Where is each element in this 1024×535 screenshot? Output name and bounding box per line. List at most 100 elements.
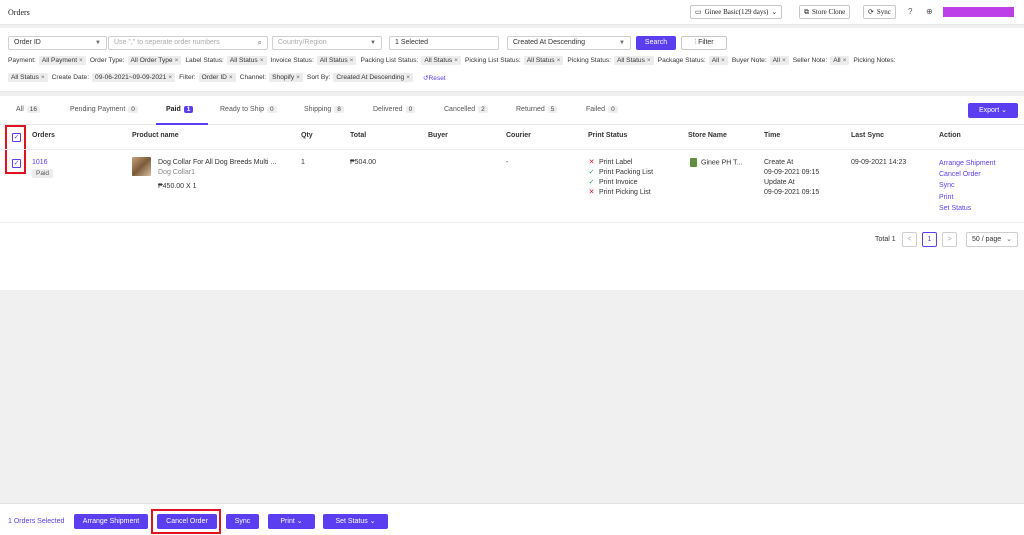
filter-label: Create Date:: [51, 74, 90, 81]
close-icon[interactable]: ×: [843, 57, 847, 64]
reset-label: Reset: [428, 74, 446, 82]
tab-label: Failed: [586, 106, 606, 113]
bulk-action-bar: 1 Orders Selected Arrange Shipment Cance…: [0, 503, 1024, 535]
tab-count-badge: 2: [478, 106, 488, 113]
tab-ready-to-ship[interactable]: Ready to Ship 0: [220, 106, 277, 113]
tab-paid[interactable]: Paid 1: [166, 106, 194, 113]
bulk-sync-button[interactable]: Sync: [226, 514, 259, 529]
close-icon[interactable]: ×: [454, 57, 458, 64]
filter-tag[interactable]: 09-06-2021~09-09-2021 ×: [92, 73, 176, 82]
print-status-item: ✕ Print Label: [588, 158, 653, 168]
tab-label: All: [16, 106, 24, 113]
store-clone-button[interactable]: ⧉ Store Clone: [799, 5, 851, 19]
close-icon[interactable]: ×: [647, 57, 651, 64]
qty-value: 1: [301, 159, 305, 166]
close-icon[interactable]: ×: [79, 57, 83, 64]
filter-button[interactable]: ⫶ Filter: [681, 36, 727, 50]
bulk-set-status-button[interactable]: Set Status ⌄: [323, 514, 388, 529]
filter-tag[interactable]: Shopify ×: [269, 73, 303, 82]
country-region-select[interactable]: Country/Region ▼: [272, 36, 382, 50]
search-button[interactable]: Search: [636, 36, 676, 50]
filter-tag[interactable]: All Status ×: [316, 56, 357, 65]
tab-failed[interactable]: Failed 0: [586, 106, 618, 113]
filter-tag[interactable]: All Status ×: [421, 56, 462, 65]
tab-delivered[interactable]: Delivered 0: [373, 106, 416, 113]
filter-tag[interactable]: All ×: [708, 56, 728, 65]
order-id-link[interactable]: 1016: [32, 158, 48, 168]
tab-all[interactable]: All 16: [16, 106, 41, 113]
product-name: Dog Collar For All Dog Breeds Multi ...: [158, 159, 277, 166]
pagination-next-button[interactable]: >: [942, 232, 957, 247]
filter-tag[interactable]: Created At Descending ×: [333, 73, 413, 82]
header-sync-button[interactable]: ⟳ Sync: [863, 5, 896, 19]
filter-label: Channel:: [239, 74, 267, 81]
page-size-value: 50 / page: [972, 236, 1002, 243]
filter-tag[interactable]: Order ID ×: [198, 73, 236, 82]
product-unit-price: ₱450.00 X 1: [158, 183, 197, 190]
last-sync-value: 09-09-2021 14:23: [851, 159, 907, 166]
export-button[interactable]: Export ⌄: [968, 103, 1018, 118]
close-icon[interactable]: ×: [296, 74, 300, 81]
tab-label: Delivered: [373, 106, 403, 113]
header-time: Time: [764, 132, 781, 139]
bulk-arrange-shipment-button[interactable]: Arrange Shipment: [74, 514, 148, 529]
filter-tag[interactable]: All Payment ×: [38, 56, 86, 65]
close-icon[interactable]: ×: [175, 57, 179, 64]
user-account-block[interactable]: [943, 7, 1014, 17]
globe-icon[interactable]: ⊕: [926, 7, 933, 16]
action-sync[interactable]: Sync: [939, 180, 995, 191]
close-icon[interactable]: ×: [406, 74, 410, 81]
status-badge: Paid: [32, 169, 54, 178]
sort-select[interactable]: Created At Descending ▼: [507, 36, 631, 50]
filter-tag[interactable]: All Status ×: [8, 73, 48, 82]
filter-label: Seller Note:: [792, 57, 828, 64]
tab-cancelled[interactable]: Cancelled 2: [444, 106, 488, 113]
close-icon[interactable]: ×: [782, 57, 786, 64]
update-at-label: Update At: [764, 179, 795, 186]
action-set-status[interactable]: Set Status: [939, 203, 995, 214]
header-sync-label: Sync: [876, 8, 891, 16]
tab-shipping[interactable]: Shipping 8: [304, 106, 344, 113]
clone-icon: ⧉: [804, 8, 809, 16]
page-title: Orders: [8, 8, 30, 17]
filter-tag[interactable]: All Status ×: [523, 56, 564, 65]
chevron-down-icon: ⌄: [771, 8, 778, 16]
close-icon[interactable]: ×: [350, 57, 354, 64]
filter-tag[interactable]: All Status ×: [614, 56, 654, 65]
filter-tag[interactable]: All ×: [830, 56, 850, 65]
close-icon[interactable]: ×: [260, 57, 264, 64]
tab-returned[interactable]: Returned 5: [516, 106, 558, 113]
help-icon[interactable]: ?: [908, 7, 912, 16]
close-icon[interactable]: ×: [721, 57, 725, 64]
action-print[interactable]: Print: [939, 192, 995, 203]
plan-dropdown[interactable]: ▭ Ginee Basic(129 days) ⌄: [690, 5, 783, 19]
close-icon[interactable]: ×: [557, 57, 561, 64]
tab-pending-payment[interactable]: Pending Payment 0: [70, 106, 138, 113]
filter-tag[interactable]: All Status ×: [226, 56, 267, 65]
action-arrange-shipment[interactable]: Arrange Shipment: [939, 158, 995, 169]
filter-tag[interactable]: All ×: [769, 56, 789, 65]
order-id-select[interactable]: Order ID ▼: [8, 36, 107, 50]
action-cancel-order[interactable]: Cancel Order: [939, 169, 995, 180]
filter-tag[interactable]: All Order Type ×: [127, 56, 182, 65]
page-size-select[interactable]: 50 / page ⌄: [966, 232, 1018, 247]
store-name-cell: Ginee PH T...: [690, 158, 743, 168]
close-icon[interactable]: ×: [168, 74, 172, 81]
pagination-page-1[interactable]: 1: [922, 232, 937, 247]
close-icon[interactable]: ×: [229, 74, 233, 81]
search-icon[interactable]: ⌕: [258, 37, 262, 49]
update-at-value: 09-09-2021 09:15: [764, 189, 820, 196]
row-checkbox[interactable]: ✓: [12, 159, 21, 168]
tab-label: Shipping: [304, 106, 332, 113]
header-print-status: Print Status: [588, 132, 628, 139]
order-search-input[interactable]: Use "," to seperate order numbers ⌕: [108, 36, 268, 50]
time-cell: Create At 09-09-2021 09:15 Update At 09-…: [764, 158, 819, 198]
close-icon[interactable]: ×: [41, 74, 45, 81]
reset-filters-link[interactable]: ↺Reset: [423, 74, 446, 82]
selected-count-field[interactable]: 1 Selected: [389, 36, 499, 50]
pagination-prev-button[interactable]: <: [902, 232, 917, 247]
filter-label: Sort By:: [306, 74, 331, 81]
tab-label: Paid: [166, 106, 181, 113]
bulk-print-label: Print: [280, 518, 295, 525]
bulk-print-button[interactable]: Print ⌄: [268, 514, 315, 529]
